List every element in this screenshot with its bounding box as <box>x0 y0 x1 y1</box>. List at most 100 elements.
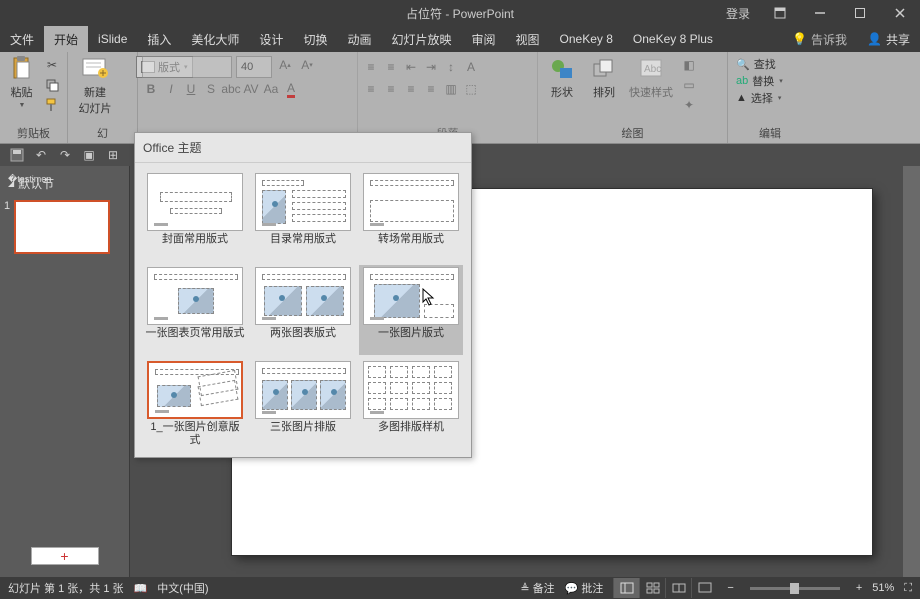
numbering-button[interactable]: ≡ <box>382 58 400 76</box>
copy-button[interactable] <box>43 76 61 94</box>
window-title: 占位符 - PowerPoint <box>0 5 920 22</box>
reading-view-button[interactable] <box>665 578 691 598</box>
shapes-icon <box>549 56 575 82</box>
new-slide-button[interactable]: 新建 幻灯片 <box>72 54 118 118</box>
comments-button[interactable]: 💬 批注 <box>565 580 604 596</box>
layout-dropdown-panel: Office 主题 封面常用版式目录常用版式转场常用版式一张图表页常用版式两张图… <box>134 132 472 458</box>
ribbon: 粘贴 ▼ ✂ 剪贴板 新建 幻灯片 版式 ▾ 幻 <box>0 52 920 144</box>
tab-islide[interactable]: iSlide <box>88 26 137 52</box>
slideshow-button[interactable] <box>691 578 717 598</box>
font-case-button[interactable]: Aa <box>262 80 280 98</box>
tab-review[interactable]: 审阅 <box>461 26 505 52</box>
bullets-button[interactable]: ≡ <box>362 58 380 76</box>
shadow-button[interactable]: abc <box>222 80 240 98</box>
paste-button[interactable]: 粘贴 ▼ <box>4 54 39 111</box>
quick-styles-button[interactable]: Abc 快速样式 <box>626 54 676 102</box>
layout-option-transition[interactable]: 转场常用版式 <box>359 171 463 261</box>
select-button[interactable]: ▲选择▾ <box>736 90 804 106</box>
find-button[interactable]: 🔍查找 <box>736 56 804 72</box>
slide-thumbnail-1[interactable] <box>14 200 110 254</box>
increase-indent-button[interactable]: ⇥ <box>422 58 440 76</box>
fit-to-window-button[interactable]: ⛶ <box>904 582 912 595</box>
zoom-label[interactable]: 51% <box>872 582 894 594</box>
plus-icon: + <box>60 548 68 564</box>
strike-button[interactable]: S <box>202 80 220 98</box>
shape-fill-button[interactable]: ◧ <box>680 56 698 74</box>
tab-beautify[interactable]: 美化大师 <box>181 26 249 52</box>
text-direction-button[interactable]: A <box>462 58 480 76</box>
redo-button[interactable]: ↷ <box>56 146 74 164</box>
decrease-indent-button[interactable]: ⇤ <box>402 58 420 76</box>
layout-panel-header: Office 主题 <box>135 133 471 163</box>
normal-view-button[interactable] <box>613 578 639 598</box>
qat-extra1[interactable]: ▣ <box>80 146 98 164</box>
spellcheck-icon[interactable]: 📖 <box>134 582 148 595</box>
layout-option-contents[interactable]: 目录常用版式 <box>251 171 355 261</box>
slide-number: 1 <box>4 200 10 212</box>
qat-extra2[interactable]: ⊞ <box>104 146 122 164</box>
align-right-button[interactable]: ≡ <box>402 80 420 98</box>
zoom-in-button[interactable]: + <box>856 582 862 594</box>
status-bar: 幻灯片 第 1 张，共 1 张 📖 中文(中国) ≜ 备注 💬 批注 − + 5… <box>0 577 920 599</box>
font-size-select[interactable]: 40 <box>236 56 272 78</box>
char-spacing-button[interactable]: AV <box>242 80 260 98</box>
save-button[interactable] <box>8 146 26 164</box>
line-spacing-button[interactable]: ↕ <box>442 58 460 76</box>
shape-effects-button[interactable]: ✦ <box>680 96 698 114</box>
tab-file[interactable]: 文件 <box>0 26 44 52</box>
zoom-slider[interactable] <box>750 587 840 590</box>
tell-me-input[interactable]: 💡 告诉我 <box>782 26 857 52</box>
undo-button[interactable]: ↶ <box>32 146 50 164</box>
cut-button[interactable]: ✂ <box>43 56 61 74</box>
shapes-button[interactable]: 形状 <box>542 54 582 102</box>
layout-option-two-chart[interactable]: 两张图表版式 <box>251 265 355 355</box>
share-button[interactable]: 👤 共享 <box>857 26 920 52</box>
tab-onekey8plus[interactable]: OneKey 8 Plus <box>623 26 723 52</box>
font-family-select[interactable] <box>142 56 232 78</box>
vertical-scrollbar[interactable] <box>903 166 920 577</box>
tab-slideshow[interactable]: 幻灯片放映 <box>381 26 461 52</box>
section-header[interactable]: ◢ 默认节 <box>4 173 125 194</box>
columns-button[interactable]: ▥ <box>442 80 460 98</box>
tell-me-label: 告诉我 <box>811 31 847 48</box>
slide-count-label: 幻灯片 第 1 张，共 1 张 <box>8 580 124 596</box>
tab-onekey8[interactable]: OneKey 8 <box>550 26 623 52</box>
tab-home[interactable]: 开始 <box>44 26 88 52</box>
smartart-button[interactable]: ⬚ <box>462 80 480 98</box>
layout-option-three-pic[interactable]: 三张图片排版 <box>251 359 355 449</box>
tab-design[interactable]: 设计 <box>249 26 293 52</box>
layout-option-one-chart[interactable]: 一张图表页常用版式 <box>143 265 247 355</box>
tab-animation[interactable]: 动画 <box>337 26 381 52</box>
layout-option-multi-pic[interactable]: 多图排版样机 <box>359 359 463 449</box>
font-color-button[interactable]: A <box>282 80 300 98</box>
slide-sorter-button[interactable] <box>639 578 665 598</box>
zoom-out-button[interactable]: − <box>727 582 733 594</box>
bold-button[interactable]: B <box>142 80 160 98</box>
group-label-clipboard: 剪贴板 <box>4 125 63 143</box>
tab-insert[interactable]: 插入 <box>137 26 181 52</box>
language-label[interactable]: 中文(中国) <box>157 580 208 596</box>
tab-view[interactable]: 视图 <box>506 26 550 52</box>
tab-transition[interactable]: 切换 <box>293 26 337 52</box>
layout-option-one-pic-creative[interactable]: 1_一张图片创意版式 <box>143 359 247 449</box>
align-center-button[interactable]: ≡ <box>382 80 400 98</box>
add-slide-button[interactable]: + <box>31 547 99 565</box>
share-label: 共享 <box>886 31 910 48</box>
replace-button[interactable]: ab替换▾ <box>736 73 804 89</box>
arrange-icon <box>591 56 617 82</box>
layout-option-cover[interactable]: 封面常用版式 <box>143 171 247 261</box>
format-painter-button[interactable] <box>43 96 61 114</box>
arrange-button[interactable]: 排列 <box>584 54 624 102</box>
align-left-button[interactable]: ≡ <box>362 80 380 98</box>
justify-button[interactable]: ≡ <box>422 80 440 98</box>
increase-font-button[interactable]: A▴ <box>276 56 294 74</box>
underline-button[interactable]: U <box>182 80 200 98</box>
svg-text:Abc: Abc <box>644 64 661 75</box>
shape-outline-button[interactable]: ▭ <box>680 76 698 94</box>
layout-option-one-pic[interactable]: 一张图片版式 <box>359 265 463 355</box>
italic-button[interactable]: I <box>162 80 180 98</box>
lightbulb-icon: 💡 <box>792 32 807 46</box>
notes-button[interactable]: ≜ 备注 <box>520 580 554 596</box>
decrease-font-button[interactable]: A▾ <box>298 56 316 74</box>
layout-option-label: 转场常用版式 <box>378 233 444 259</box>
